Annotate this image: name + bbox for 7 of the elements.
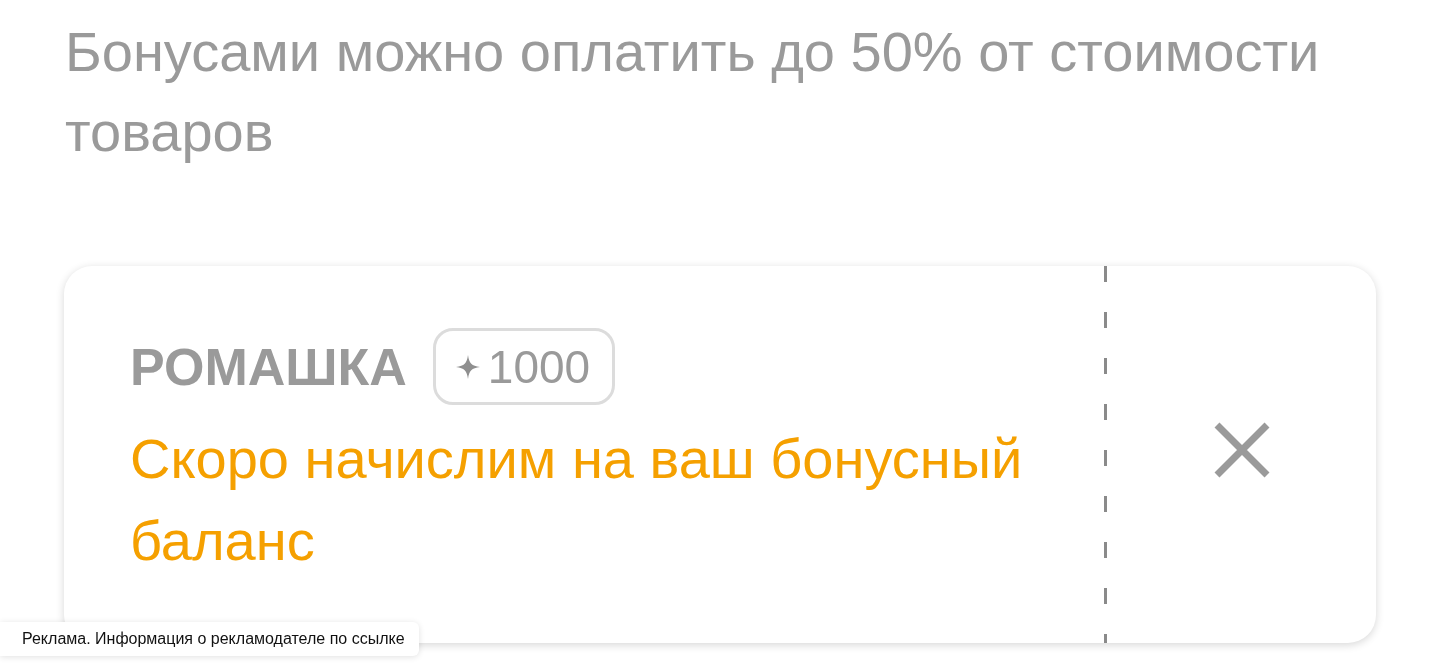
bonus-amount: 1000 bbox=[487, 343, 591, 390]
ad-label[interactable]: Реклама. Информация о рекламодателе по ссылке bbox=[0, 622, 419, 656]
sparkle-icon bbox=[455, 354, 480, 379]
close-icon bbox=[1213, 421, 1270, 478]
heading: Бонусами можно оплатить до 50% от стоимости товаров bbox=[65, 19, 1321, 165]
status-message: Скоро начислим на ваш бонусный баланс bbox=[130, 426, 1024, 574]
brand-name: РОМАШКА bbox=[130, 340, 407, 393]
